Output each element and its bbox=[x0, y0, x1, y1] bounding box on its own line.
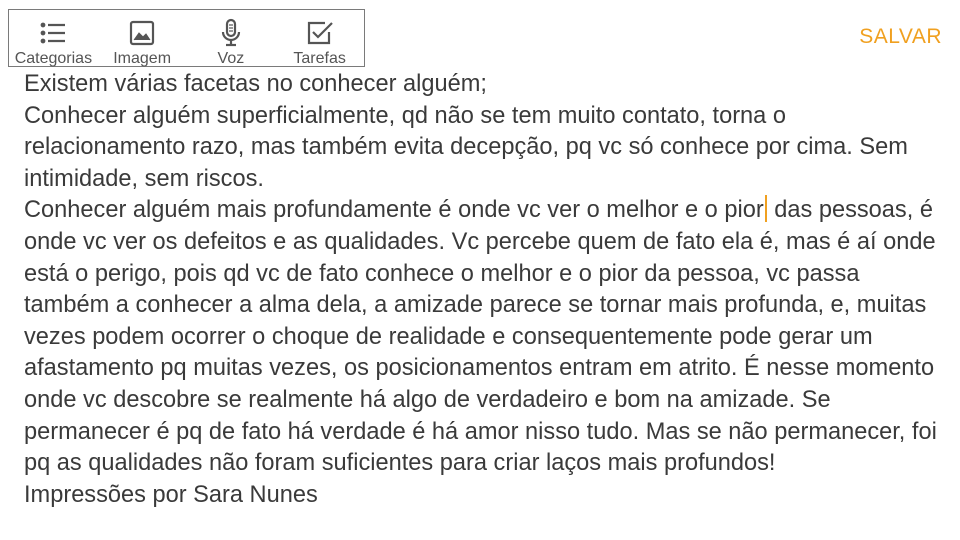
microphone-icon bbox=[216, 18, 246, 48]
note-toolbar: Categorias Imagem Voz Tarefas bbox=[8, 9, 365, 67]
note-signature: Impressões por Sara Nunes bbox=[24, 481, 318, 508]
list-icon bbox=[38, 18, 68, 48]
image-label: Imagem bbox=[113, 50, 172, 67]
categories-label: Categorias bbox=[14, 50, 93, 67]
text-cursor bbox=[764, 195, 767, 223]
checkbox-icon bbox=[305, 18, 335, 48]
voice-button[interactable]: Voz bbox=[187, 10, 276, 67]
categories-button[interactable]: Categorias bbox=[9, 10, 98, 67]
tasks-button[interactable]: Tarefas bbox=[275, 10, 364, 67]
note-line: Conhecer alguém superficialmente, qd não… bbox=[24, 102, 915, 192]
image-icon bbox=[127, 18, 157, 48]
note-line: Conhecer alguém mais profundamente é ond… bbox=[24, 197, 764, 224]
voice-label: Voz bbox=[217, 50, 245, 67]
save-button[interactable]: SALVAR bbox=[859, 24, 942, 50]
note-line: das pessoas, é onde vc ver os defeitos e… bbox=[24, 197, 944, 477]
image-button[interactable]: Imagem bbox=[98, 10, 187, 67]
tasks-label: Tarefas bbox=[293, 50, 346, 67]
note-line: Existem várias facetas no conhecer algué… bbox=[24, 71, 487, 97]
note-text-area[interactable]: Existem várias facetas no conhecer algué… bbox=[24, 69, 944, 511]
